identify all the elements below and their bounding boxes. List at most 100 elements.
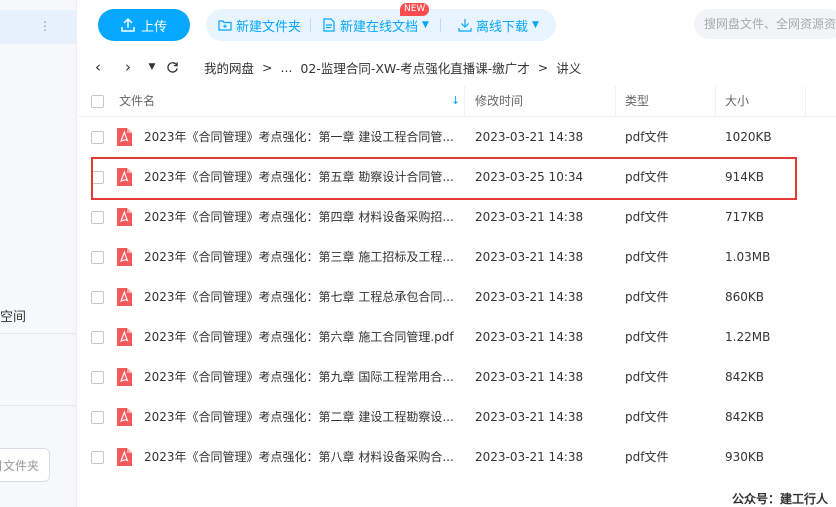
row-checkbox[interactable]	[91, 331, 104, 344]
column-divider	[715, 86, 716, 116]
file-name[interactable]: 2023年《合同管理》考点强化：第八章 材料设备采购合...	[144, 437, 460, 477]
file-size: 914KB	[725, 170, 765, 184]
select-all-checkbox[interactable]	[91, 95, 104, 108]
new-folder-button[interactable]: 新建文件夹	[218, 9, 301, 41]
offline-download-button[interactable]: 离线下载 ▼	[458, 9, 539, 41]
pdf-file-icon	[117, 448, 132, 466]
file-modified-time: 2023-03-21 14:38	[475, 210, 584, 224]
pdf-file-icon	[117, 368, 132, 386]
toolbar-separator	[440, 18, 441, 32]
breadcrumb-item-folder[interactable]: 02-监理合同-XW-考点强化直播课-缴广才	[300, 58, 529, 77]
column-header-modified[interactable]: 修改时间	[475, 86, 523, 116]
pdf-file-icon	[117, 208, 132, 226]
file-type: pdf文件	[625, 330, 669, 344]
file-modified-time: 2023-03-21 14:38	[475, 130, 584, 144]
file-size: 842KB	[725, 370, 765, 384]
file-type: pdf文件	[625, 130, 669, 144]
new-online-doc-label: 新建在线文档	[340, 19, 419, 35]
table-row[interactable]: 2023年《合同管理》考点强化：第二章 建设工程勘察设... 2023-03-2…	[78, 397, 836, 437]
file-type: pdf文件	[625, 170, 669, 184]
upload-label: 上传	[140, 19, 167, 35]
breadcrumb: 我的网盘 > ... 02-监理合同-XW-考点强化直播课-缴广才 > 讲义	[204, 58, 581, 76]
pdf-file-icon	[117, 408, 132, 426]
column-divider	[805, 86, 806, 116]
pdf-file-icon	[117, 168, 132, 186]
file-size: 930KB	[725, 450, 765, 464]
table-row[interactable]: 2023年《合同管理》考点强化：第五章 勘察设计合同管... 2023-03-2…	[78, 157, 836, 197]
file-type: pdf文件	[625, 290, 669, 304]
file-modified-time: 2023-03-21 14:38	[475, 450, 584, 464]
new-folder-label: 新建文件夹	[236, 19, 302, 35]
document-icon	[323, 18, 335, 32]
sidebar-divider	[0, 405, 76, 406]
column-header-size[interactable]: 大小	[725, 86, 749, 116]
upload-button[interactable]: 上传	[98, 9, 190, 41]
sidebar-item-space[interactable]: 空间	[0, 306, 26, 325]
file-name[interactable]: 2023年《合同管理》考点强化：第一章 建设工程合同管...	[144, 117, 460, 157]
file-name[interactable]: 2023年《合同管理》考点强化：第二章 建设工程勘察设...	[144, 397, 460, 437]
file-size: 717KB	[725, 210, 765, 224]
file-modified-time: 2023-03-21 14:38	[475, 410, 584, 424]
file-type: pdf文件	[625, 450, 669, 464]
file-type: pdf文件	[625, 250, 669, 264]
file-name[interactable]: 2023年《合同管理》考点强化：第六章 施工合同管理.pdf	[144, 317, 460, 357]
table-row[interactable]: 2023年《合同管理》考点强化：第九章 国际工程常用合... 2023-03-2…	[78, 357, 836, 397]
table-row[interactable]: 2023年《合同管理》考点强化：第八章 材料设备采购合... 2023-03-2…	[78, 437, 836, 477]
pdf-file-icon	[117, 328, 132, 346]
sidebar: ⋮ 空间 目文件夹	[0, 0, 77, 507]
refresh-icon[interactable]	[164, 58, 180, 76]
breadcrumb-item-root[interactable]: 我的网盘	[204, 58, 254, 77]
file-modified-time: 2023-03-25 10:34	[475, 170, 584, 184]
row-checkbox[interactable]	[91, 211, 104, 224]
sidebar-selected-item[interactable]	[0, 10, 76, 44]
back-icon[interactable]: ‹	[90, 58, 106, 76]
file-modified-time: 2023-03-21 14:38	[475, 370, 584, 384]
file-name[interactable]: 2023年《合同管理》考点强化：第七章 工程总承包合同...	[144, 277, 460, 317]
column-divider	[615, 86, 616, 116]
file-type: pdf文件	[625, 210, 669, 224]
table-row[interactable]: 2023年《合同管理》考点强化：第六章 施工合同管理.pdf 2023-03-2…	[78, 317, 836, 357]
chevron-down-icon: ▼	[532, 20, 539, 30]
row-checkbox[interactable]	[91, 411, 104, 424]
file-name[interactable]: 2023年《合同管理》考点强化：第五章 勘察设计合同管...	[144, 157, 460, 197]
table-row[interactable]: 2023年《合同管理》考点强化：第一章 建设工程合同管... 2023-03-2…	[78, 117, 836, 157]
table-row[interactable]: 2023年《合同管理》考点强化：第三章 施工招标及工程... 2023-03-2…	[78, 237, 836, 277]
file-type: pdf文件	[625, 410, 669, 424]
file-modified-time: 2023-03-21 14:38	[475, 290, 584, 304]
breadcrumb-separator: >	[262, 59, 273, 75]
forward-icon[interactable]: ›	[120, 58, 136, 76]
column-header-name[interactable]: 文件名	[119, 86, 155, 116]
column-header-type[interactable]: 类型	[625, 86, 649, 116]
table-header: 文件名 ↓ 修改时间 类型 大小	[78, 86, 836, 117]
row-checkbox[interactable]	[91, 451, 104, 464]
row-checkbox[interactable]	[91, 171, 104, 184]
new-badge: NEW	[400, 3, 430, 16]
row-checkbox[interactable]	[91, 291, 104, 304]
file-name[interactable]: 2023年《合同管理》考点强化：第三章 施工招标及工程...	[144, 237, 460, 277]
sidebar-new-folder-button[interactable]: 目文件夹	[0, 448, 50, 482]
sidebar-divider	[0, 333, 76, 334]
breadcrumb-separator: >	[537, 59, 549, 75]
file-name[interactable]: 2023年《合同管理》考点强化：第九章 国际工程常用合...	[144, 357, 460, 397]
upload-icon	[121, 18, 135, 32]
file-name[interactable]: 2023年《合同管理》考点强化：第四章 材料设备采购招...	[144, 197, 460, 237]
more-icon[interactable]: ⋮	[39, 18, 51, 34]
row-checkbox[interactable]	[91, 131, 104, 144]
file-size: 860KB	[725, 290, 765, 304]
file-type: pdf文件	[625, 370, 669, 384]
row-checkbox[interactable]	[91, 371, 104, 384]
table-row[interactable]: 2023年《合同管理》考点强化：第七章 工程总承包合同... 2023-03-2…	[78, 277, 836, 317]
file-modified-time: 2023-03-21 14:38	[475, 330, 584, 344]
breadcrumb-item-ellipsis[interactable]: ...	[281, 60, 293, 75]
row-checkbox[interactable]	[91, 251, 104, 264]
file-list: 2023年《合同管理》考点强化：第一章 建设工程合同管... 2023-03-2…	[78, 117, 836, 477]
file-size: 842KB	[725, 410, 765, 424]
search-input[interactable]	[694, 9, 836, 39]
watermark: 公众号：建工行人	[732, 492, 829, 506]
sort-arrow-icon[interactable]: ↓	[451, 86, 460, 116]
table-row[interactable]: 2023年《合同管理》考点强化：第四章 材料设备采购招... 2023-03-2…	[78, 197, 836, 237]
history-dropdown-icon[interactable]: ▼	[144, 58, 160, 76]
breadcrumb-item-current[interactable]: 讲义	[556, 58, 581, 77]
file-modified-time: 2023-03-21 14:38	[475, 250, 584, 264]
toolbar-group: 新建文件夹 新建在线文档 ▼ 离线下载 ▼	[206, 9, 556, 41]
